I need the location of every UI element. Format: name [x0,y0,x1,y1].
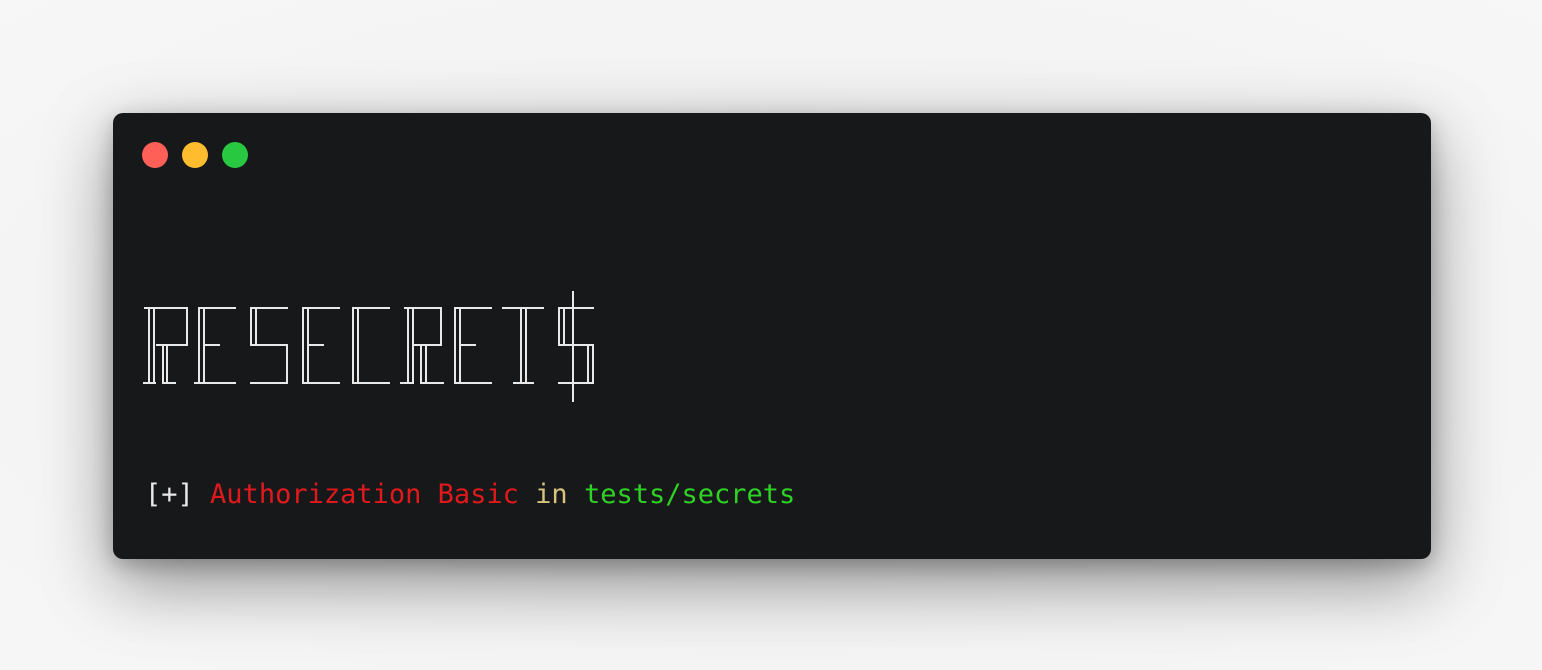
banner-letter-dollar [558,291,594,402]
banner-letter-e2 [302,307,340,384]
terminal-window: RESECRET$ [113,113,1431,559]
ascii-banner: RESECRET$ [143,291,613,403]
ascii-banner-art [143,291,594,402]
banner-letter-t [502,307,544,384]
screenshot-background: RESECRET$ [0,0,1542,670]
banner-letter-e1 [194,307,236,384]
minimize-button[interactable] [182,142,208,168]
scan-result-line: [+] Authorization Basic in tests/secrets [145,477,795,513]
close-button[interactable] [142,142,168,168]
result-prefix: [+] [145,479,194,510]
secret-type: Authorization Basic [210,479,519,510]
result-connector: in [535,479,568,510]
banner-letter-e3 [454,307,492,384]
banner-letter-r1 [143,307,188,384]
zoom-button[interactable] [222,142,248,168]
banner-letter-s [250,307,288,384]
file-path: tests/secrets [583,479,796,510]
banner-letter-r2 [400,307,444,384]
banner-letter-c [352,307,390,384]
